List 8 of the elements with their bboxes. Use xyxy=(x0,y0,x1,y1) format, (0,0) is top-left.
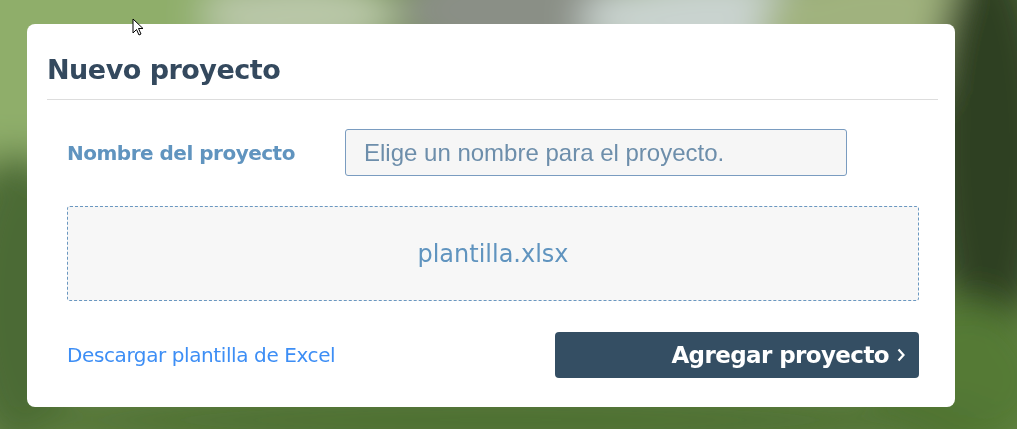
download-template-link[interactable]: Descargar plantilla de Excel xyxy=(67,343,336,367)
add-project-button[interactable]: Agregar proyecto xyxy=(555,332,919,378)
file-name: plantilla.xlsx xyxy=(417,239,569,268)
dialog-title: Nuevo proyecto xyxy=(47,53,282,87)
field-label: Nombre del proyecto xyxy=(67,140,296,165)
file-drop-zone[interactable]: plantilla.xlsx xyxy=(67,206,919,301)
chevron-right-icon xyxy=(897,348,905,362)
project-name-field[interactable]: Elige un nombre para el proyecto. xyxy=(345,129,847,176)
